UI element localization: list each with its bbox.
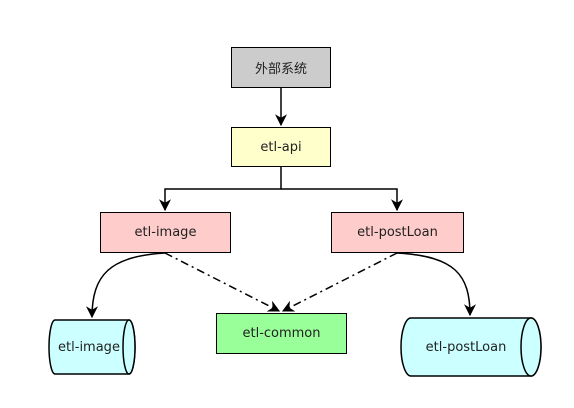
node-etl-common[interactable]: etl-common [216,313,347,354]
node-external-system[interactable]: 外部系统 [231,47,331,88]
node-external-system-label: 外部系统 [254,62,307,77]
edge-api-to-postloan [281,188,403,212]
architecture-diagram: 外部系统 etl-api etl-image etl-postLoan etl-… [0,0,574,408]
edge-image-to-common [164,252,281,312]
edge-postloan-to-common [281,252,398,312]
edge-postloan-to-db [396,252,476,317]
edge-image-to-db [86,252,166,319]
node-etl-api-label: etl-api [260,139,302,155]
node-etl-postloan-label: etl-postLoan [357,225,438,240]
node-etl-postloan[interactable]: etl-postLoan [331,212,464,253]
node-etl-common-label: etl-common [242,326,321,341]
node-etl-image[interactable]: etl-image [100,212,231,253]
database-cylinder-image[interactable] [48,319,136,375]
node-etl-api[interactable]: etl-api [231,127,331,167]
edge-api-to-image [159,167,282,212]
database-cylinder-postloan[interactable] [400,317,542,377]
node-etl-image-label: etl-image [134,225,197,240]
